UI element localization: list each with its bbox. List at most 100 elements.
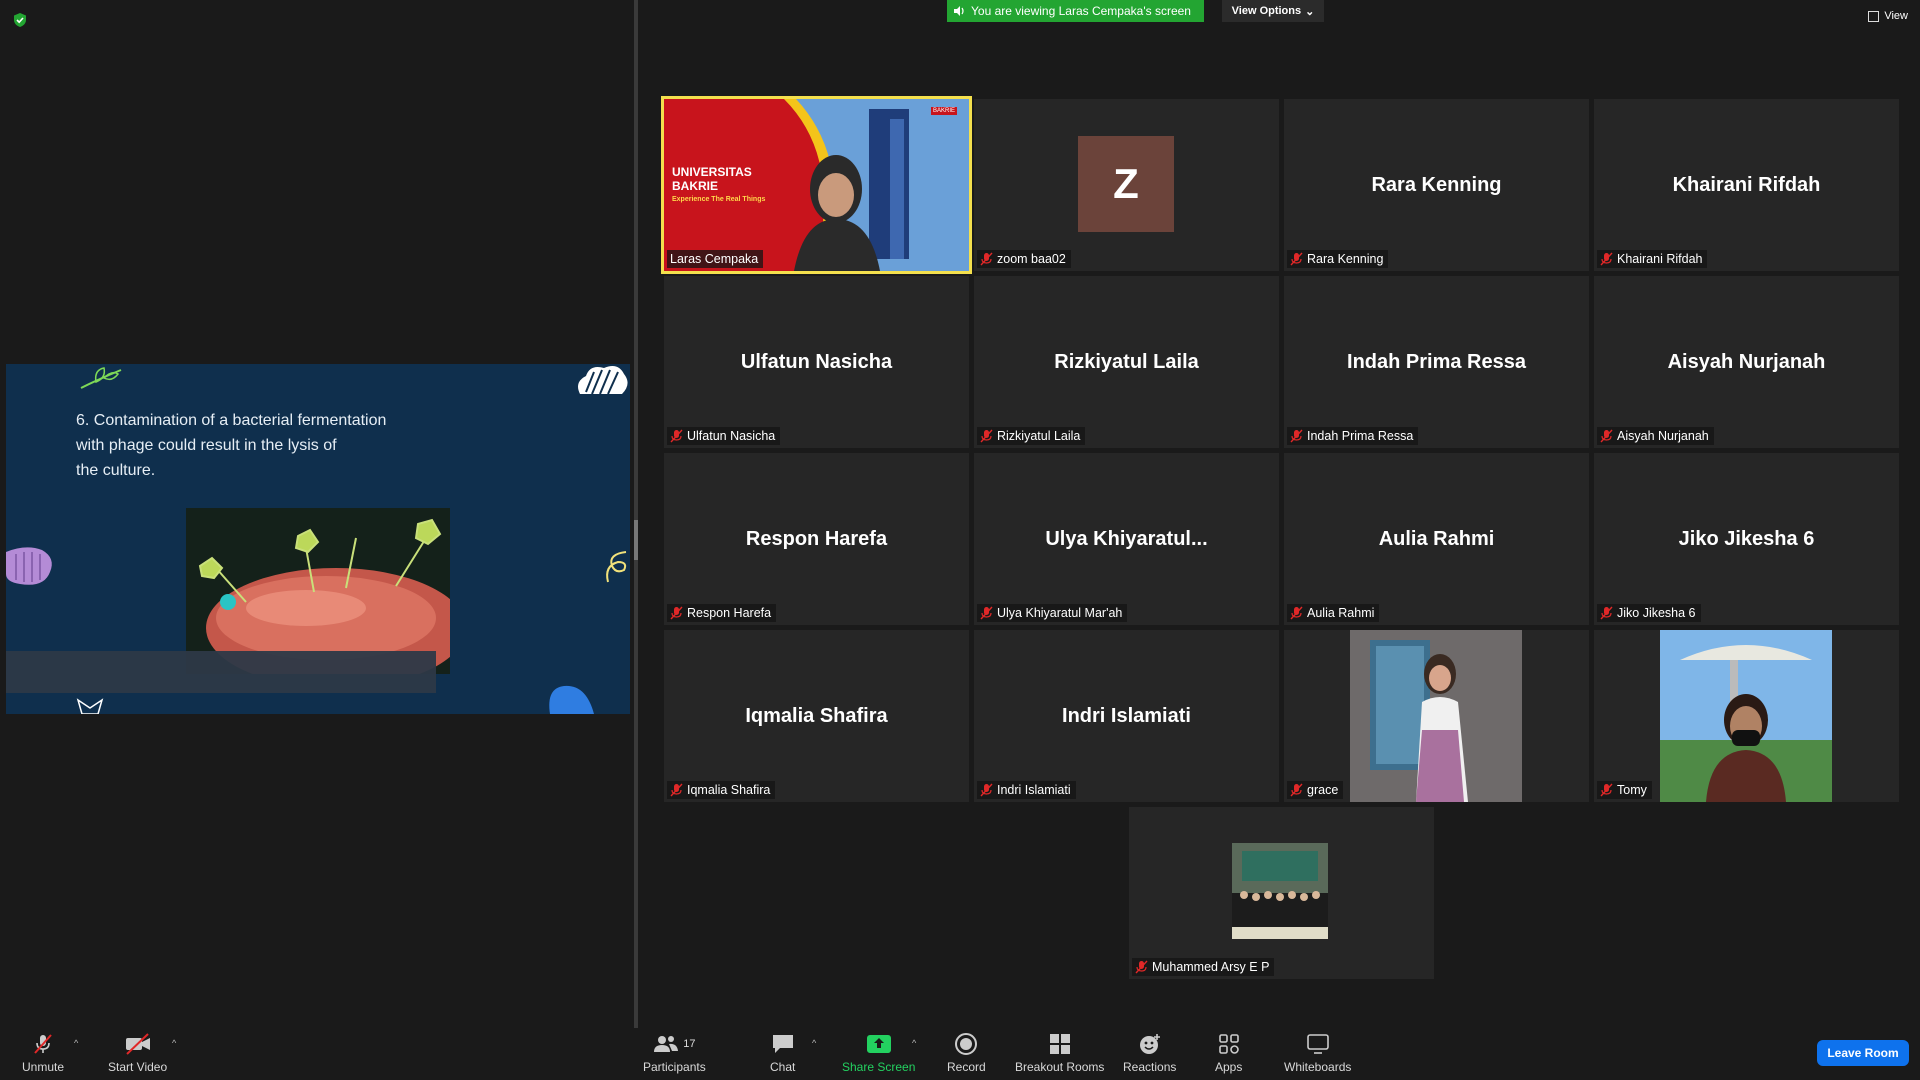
bacteriophage-image — [186, 508, 450, 674]
record-button[interactable]: Record — [947, 1032, 986, 1074]
participant-name-text: Iqmalia Shafira — [687, 783, 771, 797]
participant-tile[interactable]: Indah Prima Ressa Indah Prima Ressa — [1284, 276, 1589, 448]
leaf-doodle-icon — [80, 367, 122, 389]
unmute-button[interactable]: Unmute — [22, 1032, 64, 1074]
participant-tile[interactable]: Khairani Rifdah Khairani Rifdah — [1594, 99, 1899, 271]
breakout-rooms-icon — [1049, 1032, 1071, 1056]
participant-tile[interactable]: Jiko Jikesha 6 Jiko Jikesha 6 — [1594, 453, 1899, 625]
speaker-icon — [954, 6, 964, 16]
share-screen-button[interactable]: Share Screen — [842, 1032, 915, 1074]
meeting-toolbar: Unmute ^ Start Video ^ 17 Participants C… — [0, 1028, 1920, 1080]
mic-muted-icon — [980, 252, 993, 266]
participant-tile[interactable]: Rizkiyatul Laila Rizkiyatul Laila — [974, 276, 1279, 448]
participants-button[interactable]: 17 Participants — [643, 1032, 706, 1074]
mic-muted-icon — [1600, 606, 1613, 620]
participant-name-text: Jiko Jikesha 6 — [1617, 606, 1696, 620]
participant-tile[interactable]: Respon Harefa Respon Harefa — [664, 453, 969, 625]
participant-tile[interactable]: grace — [1284, 630, 1589, 802]
participant-name-label: Respon Harefa — [667, 604, 777, 622]
pane-resize-handle[interactable] — [634, 520, 638, 560]
university-name-text: UNIVERSITAS BAKRIE Experience The Real Thi… — [672, 165, 765, 207]
blue-shape-doodle-icon — [549, 685, 594, 714]
reactions-button[interactable]: Reactions — [1123, 1032, 1176, 1074]
mic-muted-icon — [670, 429, 683, 443]
share-screen-icon — [866, 1032, 892, 1056]
whiteboards-label: Whiteboards — [1284, 1060, 1352, 1074]
grid-view-icon — [1868, 10, 1880, 22]
zoom-meeting-window: 6. Contamination of a bacterial fermenta… — [0, 0, 1920, 1080]
participant-name-text: zoom baa02 — [997, 252, 1066, 266]
participant-name-label: Rizkiyatul Laila — [977, 427, 1086, 445]
swirl-doodle-icon — [606, 551, 627, 583]
mic-muted-icon — [980, 606, 993, 620]
participant-tile[interactable]: Zzoom baa02 — [974, 99, 1279, 271]
participant-name-display: Ulya Khiyaratul... — [1045, 527, 1208, 550]
mic-muted-icon — [31, 1032, 55, 1056]
reactions-label: Reactions — [1123, 1060, 1177, 1074]
slide-line: the culture. — [76, 462, 156, 479]
apps-label: Apps — [1215, 1060, 1243, 1074]
participant-name-label: Iqmalia Shafira — [667, 781, 776, 799]
participants-count: 17 — [683, 1038, 696, 1050]
participant-name-display: Aisyah Nurjanah — [1667, 350, 1826, 373]
participant-name-display: Rizkiyatul Laila — [1054, 350, 1199, 373]
slide-caption-overlay — [6, 651, 436, 693]
participant-tile[interactable]: Ulfatun Nasicha Ulfatun Nasicha — [664, 276, 969, 448]
pane-divider[interactable] — [634, 0, 638, 1028]
participants-icon-wrap: 17 — [653, 1032, 695, 1056]
participant-name-display: Jiko Jikesha 6 — [1678, 527, 1815, 550]
participant-tile[interactable]: UNIVERSITAS BAKRIE Experience The Real Thi… — [661, 96, 972, 274]
whiteboards-button[interactable]: Whiteboards — [1284, 1032, 1351, 1074]
share-options-caret-icon[interactable]: ^ — [912, 1038, 916, 1048]
bakrie-logo: BAKRIE — [930, 107, 957, 115]
participant-tile[interactable]: Muhammed Arsy E P — [1129, 807, 1434, 979]
participant-name-display: Ulfatun Nasicha — [740, 350, 893, 373]
security-shield-icon[interactable] — [12, 12, 28, 28]
chat-options-caret-icon[interactable]: ^ — [812, 1038, 816, 1048]
participant-tile[interactable]: Aulia Rahmi Aulia Rahmi — [1284, 453, 1589, 625]
start-video-label: Start Video — [108, 1060, 168, 1074]
breakout-rooms-label: Breakout Rooms — [1015, 1060, 1105, 1074]
participant-name-display: Aulia Rahmi — [1378, 527, 1495, 550]
view-label: View — [1884, 10, 1908, 22]
participant-tile[interactable]: Tomy — [1594, 630, 1899, 802]
participant-name-text: Khairani Rifdah — [1617, 252, 1703, 266]
participant-tile[interactable]: Rara Kenning Rara Kenning — [1284, 99, 1589, 271]
leave-room-button[interactable]: Leave Room — [1817, 1040, 1909, 1066]
participant-name-label: Jiko Jikesha 6 — [1597, 604, 1701, 622]
whiteboard-icon — [1306, 1032, 1330, 1056]
participant-name-text: Rizkiyatul Laila — [997, 429, 1081, 443]
view-options-button[interactable]: View Options ⌄ — [1222, 0, 1324, 22]
participant-tile[interactable]: Indri Islamiati Indri Islamiati — [974, 630, 1279, 802]
participant-tile[interactable]: Iqmalia Shafira Iqmalia Shafira — [664, 630, 969, 802]
participant-name-display: Khairani Rifdah — [1672, 173, 1821, 196]
participant-tile[interactable]: Aisyah Nurjanah Aisyah Nurjanah — [1594, 276, 1899, 448]
presentation-slide: 6. Contamination of a bacterial fermenta… — [6, 364, 630, 714]
apps-button[interactable]: Apps — [1215, 1032, 1242, 1074]
participant-name-text: Respon Harefa — [687, 606, 772, 620]
view-button[interactable]: View — [1868, 10, 1908, 22]
participant-video-feed — [1350, 630, 1522, 802]
participant-name-label: Tomy — [1597, 781, 1652, 799]
chat-button[interactable]: Chat — [770, 1032, 795, 1074]
participant-name-text: Indah Prima Ressa — [1307, 429, 1414, 443]
participant-name-label: grace — [1287, 781, 1344, 799]
participant-tile[interactable]: Ulya Khiyaratul... Ulya Khiyaratul Mar'ah — [974, 453, 1279, 625]
university-line: BAKRIE — [672, 179, 719, 193]
chevron-down-icon: ⌄ — [1305, 5, 1315, 18]
mic-muted-icon — [1135, 960, 1148, 974]
participant-name-text: Aulia Rahmi — [1307, 606, 1375, 620]
participant-name-text: Muhammed Arsy E P — [1152, 960, 1270, 974]
audio-options-caret-icon[interactable]: ^ — [74, 1038, 78, 1048]
participant-name-label: Rara Kenning — [1287, 250, 1389, 268]
participant-name-display: Indri Islamiati — [1062, 704, 1191, 727]
mic-muted-icon — [980, 783, 993, 797]
start-video-button[interactable]: Start Video — [108, 1032, 167, 1074]
mic-muted-icon — [1290, 606, 1303, 620]
university-tagline: Experience The Real Things — [672, 196, 766, 203]
breakout-rooms-button[interactable]: Breakout Rooms — [1015, 1032, 1104, 1074]
participant-name-label: zoom baa02 — [977, 250, 1071, 268]
viewing-banner-text: You are viewing Laras Cempaka's screen — [971, 4, 1191, 18]
participant-name-text: Ulfatun Nasicha — [687, 429, 776, 443]
video-options-caret-icon[interactable]: ^ — [172, 1038, 176, 1048]
